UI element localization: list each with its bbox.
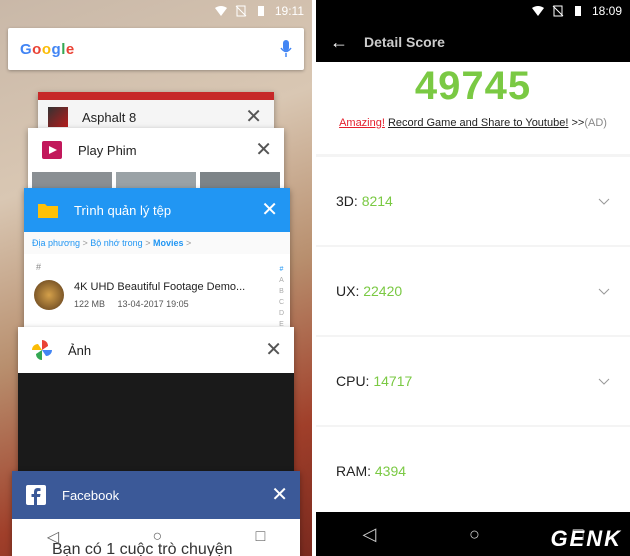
wifi-icon — [531, 6, 544, 16]
score-row-cpu[interactable]: CPU: 14717 — [316, 337, 630, 425]
score-row-3d[interactable]: 3D: 8214 — [316, 157, 630, 245]
breadcrumb-item[interactable]: Bộ nhớ trong — [90, 238, 142, 248]
card-title: Asphalt 8 — [82, 109, 137, 125]
card-title: Ảnh — [68, 342, 92, 358]
chevron-down-icon[interactable] — [598, 375, 610, 387]
recent-card-file-manager[interactable]: Trình quản lý tệp ✕ Địa phương > Bộ nhớ … — [24, 188, 290, 338]
home-icon[interactable]: ○ — [469, 524, 480, 545]
chevron-down-icon[interactable] — [598, 285, 610, 297]
asphalt-icon — [48, 107, 68, 127]
play-movies-icon — [42, 141, 62, 159]
alphabet-index[interactable]: # A B C D E — [279, 264, 284, 330]
breadcrumb-separator: > — [145, 238, 151, 248]
row-value: 8214 — [361, 193, 393, 209]
status-bar: 18:09 — [316, 0, 630, 22]
microphone-icon[interactable] — [280, 40, 292, 58]
close-icon[interactable]: ✕ — [271, 485, 288, 505]
no-sim-icon — [552, 5, 564, 17]
promo-ad-tag: (AD) — [584, 117, 607, 129]
row-value: 14717 — [373, 373, 413, 389]
battery-icon — [257, 6, 264, 16]
no-sim-icon — [235, 5, 247, 17]
right-phone-screen: 18:09 ← Detail Score 49745 Amazing! Reco… — [316, 0, 630, 556]
promo-arrows: >> — [571, 117, 585, 129]
photos-pinwheel-icon — [32, 340, 52, 360]
facebook-icon — [26, 485, 46, 505]
index-letter[interactable]: C — [279, 297, 284, 308]
card-title: Play Phim — [78, 142, 137, 158]
status-time: 19:11 — [274, 4, 304, 18]
index-letter[interactable]: # — [279, 264, 284, 275]
file-size: 122 MB — [74, 299, 106, 309]
close-icon[interactable]: ✕ — [245, 107, 262, 127]
index-letter[interactable]: B — [279, 286, 284, 297]
score-row-ux[interactable]: UX: 22420 — [316, 247, 630, 335]
genk-watermark: GENK — [550, 526, 622, 551]
score-row-ram[interactable]: RAM: 4394 — [316, 427, 630, 515]
card-title: Facebook — [62, 487, 120, 503]
detail-score-header: ← Detail Score — [316, 22, 630, 62]
row-label: UX: — [336, 283, 360, 299]
video-thumbnail — [34, 280, 64, 310]
wifi-icon — [214, 6, 227, 16]
recent-card-photos[interactable]: Ảnh ✕ — [18, 327, 294, 477]
google-search-bar[interactable]: Google — [8, 28, 304, 70]
page-title: Detail Score — [364, 34, 445, 50]
file-date: 13-04-2017 19:05 — [117, 299, 189, 309]
index-letter[interactable]: A — [279, 275, 284, 286]
row-value: 4394 — [374, 463, 407, 479]
chevron-down-icon[interactable] — [598, 195, 610, 207]
total-score: 49745 — [414, 64, 532, 108]
row-label: 3D: — [336, 193, 358, 209]
google-logo: Google — [20, 40, 75, 58]
folder-icon — [38, 204, 58, 218]
promo-record-link[interactable]: Record Game and Share to Youtube! — [388, 117, 568, 129]
breadcrumb-separator: > — [186, 238, 192, 248]
row-label: CPU: — [336, 373, 370, 389]
list-item[interactable]: 4K UHD Beautiful Footage Demo... 122 MB … — [24, 280, 290, 310]
breadcrumb-item[interactable]: Movies — [153, 238, 184, 248]
left-phone-screen: 19:11 Google Asphalt 8 ✕ Play Phim ✕ Trì… — [0, 0, 312, 556]
file-name: 4K UHD Beautiful Footage Demo... — [74, 281, 246, 293]
close-icon[interactable]: ✕ — [265, 340, 282, 360]
promo-amazing-link[interactable]: Amazing! — [339, 117, 385, 129]
navigation-bar: ◁ ○ □ — [0, 518, 312, 556]
status-time: 18:09 — [591, 4, 622, 18]
status-bar: 19:11 — [0, 0, 312, 22]
battery-icon — [574, 6, 581, 16]
promo-line: Amazing! Record Game and Share to Youtub… — [316, 117, 630, 129]
row-label: RAM: — [336, 463, 371, 479]
index-letter[interactable]: D — [279, 308, 284, 319]
row-value: 22420 — [363, 283, 403, 299]
score-panel: 49745 Amazing! Record Game and Share to … — [316, 62, 630, 154]
recents-icon[interactable]: □ — [256, 528, 266, 546]
back-icon[interactable]: ◁ — [362, 524, 376, 545]
breadcrumb-separator: > — [82, 238, 88, 248]
list-header: # — [36, 262, 42, 272]
back-arrow-icon[interactable]: ← — [330, 32, 348, 53]
breadcrumb: Địa phương > Bộ nhớ trong > Movies > — [24, 232, 290, 254]
back-icon[interactable]: ◁ — [47, 527, 59, 547]
card-title: Trình quản lý tệp — [74, 202, 172, 218]
breadcrumb-item[interactable]: Địa phương — [32, 238, 80, 248]
close-icon[interactable]: ✕ — [255, 140, 272, 160]
close-icon[interactable]: ✕ — [261, 200, 278, 220]
home-icon[interactable]: ○ — [152, 528, 162, 546]
